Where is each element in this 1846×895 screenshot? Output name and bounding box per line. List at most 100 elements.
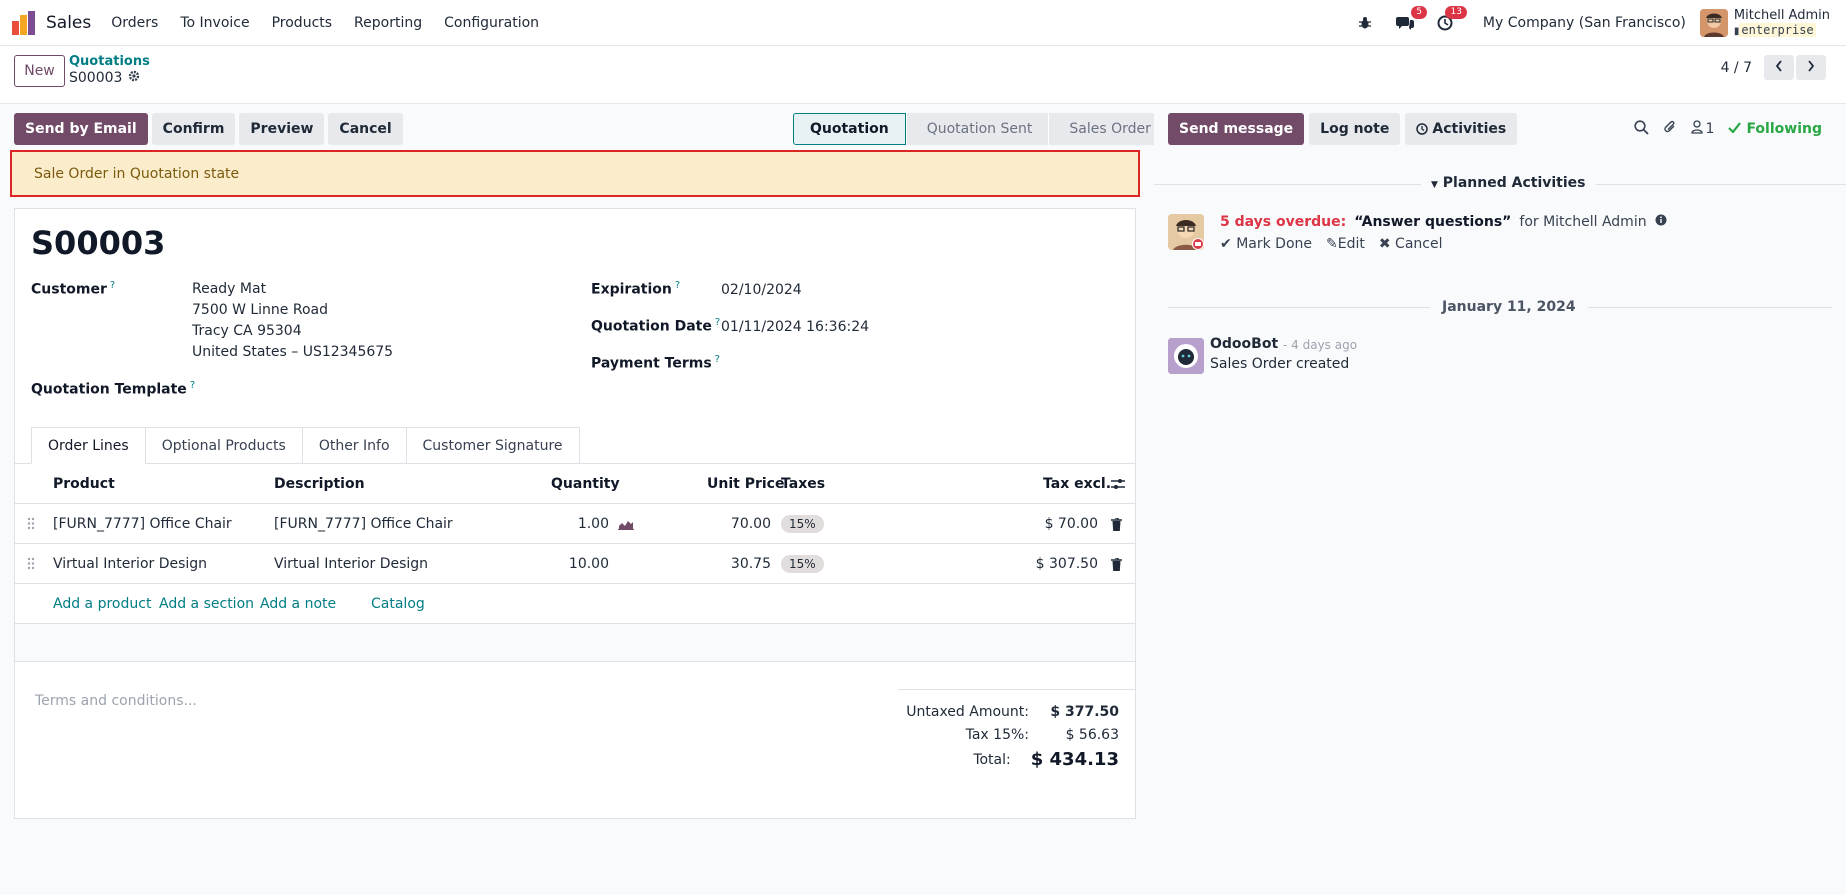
message-date: - 4 days ago [1283, 338, 1358, 352]
mark-done-button[interactable]: ✔ Mark Done [1220, 236, 1312, 252]
catalog-link[interactable]: Catalog [371, 584, 425, 624]
edit-activity-button[interactable]: ✎Edit [1326, 236, 1365, 252]
preview-button[interactable]: Preview [239, 113, 325, 145]
breadcrumb-quotations[interactable]: Quotations [69, 54, 150, 69]
customer-address-line: Tracy CA 95304 [192, 323, 302, 339]
tab-order-lines[interactable]: Order Lines [31, 427, 145, 464]
table-row[interactable]: [FURN_7777] Office Chair [FURN_7777] Off… [15, 504, 1135, 544]
total-label: Total: [973, 751, 1011, 768]
help-tooltip-icon[interactable]: ? [675, 280, 680, 291]
line-unit-price[interactable]: 30.75 [731, 544, 771, 584]
app-name[interactable]: Sales [46, 13, 91, 33]
debug-bug-icon[interactable] [1353, 11, 1377, 35]
activity-clock-icon[interactable]: 13 [1433, 6, 1467, 35]
column-tax-excl[interactable]: Tax excl. [1043, 464, 1111, 504]
line-quantity[interactable]: 1.00 [578, 504, 609, 544]
column-taxes[interactable]: Taxes [781, 464, 825, 504]
help-tooltip-icon[interactable]: ? [715, 317, 720, 328]
search-icon[interactable] [1633, 119, 1649, 139]
send-message-button[interactable]: Send message [1168, 113, 1305, 145]
company-switcher[interactable]: My Company (San Francisco) [1483, 15, 1686, 31]
menu-orders[interactable]: Orders [111, 15, 158, 31]
help-tooltip-icon[interactable]: ? [110, 280, 115, 291]
add-note-link[interactable]: Add a note [260, 584, 336, 624]
table-row[interactable]: Virtual Interior Design Virtual Interior… [15, 544, 1135, 584]
column-description[interactable]: Description [274, 464, 365, 504]
odoobot-avatar[interactable] [1168, 338, 1204, 374]
column-quantity[interactable]: Quantity [551, 464, 620, 504]
add-section-link[interactable]: Add a section [159, 584, 254, 624]
trash-icon[interactable] [1111, 557, 1122, 575]
optional-columns-toggle-icon[interactable] [1111, 478, 1125, 494]
following-label: Following [1746, 121, 1822, 137]
info-icon[interactable] [1655, 214, 1667, 230]
following-button[interactable]: Following [1728, 121, 1822, 137]
paperclip-icon[interactable] [1663, 119, 1677, 139]
pager-value[interactable]: 4 / 7 [1721, 60, 1752, 76]
stage-quotation-sent[interactable]: Quotation Sent [905, 113, 1049, 145]
new-button[interactable]: New [14, 55, 65, 87]
tab-customer-signature[interactable]: Customer Signature [405, 427, 580, 464]
pager-next-button[interactable] [1796, 55, 1826, 80]
confirm-button[interactable]: Confirm [151, 113, 236, 145]
activity-user-avatar[interactable] [1168, 214, 1204, 250]
followers-button[interactable]: 1 [1690, 120, 1714, 138]
line-taxes[interactable]: 15% [781, 504, 824, 544]
line-quantity[interactable]: 10.00 [569, 544, 609, 584]
cancel-button[interactable]: Cancel [328, 113, 403, 145]
app-logo-icon[interactable] [12, 10, 36, 35]
activity-actions: ✔ Mark Done ✎Edit ✖ Cancel [1220, 236, 1442, 252]
line-subtotal: $ 70.00 [1044, 516, 1098, 532]
expiration-label: Expiration? [591, 280, 680, 298]
empty-table-row [15, 624, 1135, 662]
tax-tag: 15% [781, 515, 824, 533]
line-taxes[interactable]: 15% [781, 544, 824, 584]
breadcrumb-current-label: S00003 [69, 70, 123, 86]
drag-handle-icon[interactable] [27, 517, 35, 534]
line-product[interactable]: [FURN_7777] Office Chair [53, 504, 232, 544]
column-product[interactable]: Product [53, 464, 115, 504]
help-tooltip-icon[interactable]: ? [190, 380, 195, 391]
planned-activities-toggle[interactable]: ▼ Planned Activities [1421, 175, 1596, 191]
cancel-activity-button[interactable]: ✖ Cancel [1379, 236, 1443, 252]
log-note-button[interactable]: Log note [1309, 113, 1401, 145]
send-by-email-button[interactable]: Send by Email [14, 113, 148, 145]
forecast-chart-icon[interactable] [618, 518, 634, 534]
customer-label: Customer? [31, 280, 115, 298]
menu-to-invoice[interactable]: To Invoice [180, 15, 249, 31]
chatter-panel: Send message Log note Activities 1 Follo… [1154, 104, 1846, 895]
line-description[interactable]: Virtual Interior Design [274, 544, 428, 584]
activities-button[interactable]: Activities [1405, 113, 1518, 145]
line-description[interactable]: [FURN_7777] Office Chair [274, 504, 453, 544]
gear-icon[interactable] [128, 70, 140, 86]
menu-configuration[interactable]: Configuration [444, 15, 539, 31]
menu-products[interactable]: Products [272, 15, 332, 31]
messaging-icon[interactable]: 5 [1393, 6, 1427, 35]
add-product-link[interactable]: Add a product [53, 584, 151, 624]
stage-sales-order[interactable]: Sales Order [1048, 113, 1167, 145]
quotation-date-field[interactable]: 01/11/2024 16:36:24 [721, 317, 869, 338]
pager-previous-button[interactable] [1764, 55, 1794, 80]
customer-address-line: 7500 W Linne Road [192, 302, 329, 318]
help-tooltip-icon[interactable]: ? [715, 354, 720, 365]
customer-field[interactable]: Ready Mat 7500 W Linne Road Tracy CA 953… [192, 279, 393, 363]
form-actions: Send by Email Confirm Preview Cancel [14, 113, 403, 145]
menu-reporting[interactable]: Reporting [354, 15, 422, 31]
message-author[interactable]: OdooBot [1210, 336, 1278, 352]
record-pager: 4 / 7 [1721, 55, 1826, 80]
stage-quotation[interactable]: Quotation [793, 113, 906, 145]
drag-handle-icon[interactable] [27, 557, 35, 574]
customer-name: Ready Mat [192, 281, 267, 297]
quotation-state-alert: Sale Order in Quotation state [10, 150, 1140, 197]
line-product[interactable]: Virtual Interior Design [53, 544, 207, 584]
user-menu[interactable]: Mitchell Admin ▮ enterprise [1734, 8, 1830, 39]
line-unit-price[interactable]: 70.00 [731, 504, 771, 544]
tab-other-info[interactable]: Other Info [301, 427, 406, 464]
tab-optional-products[interactable]: Optional Products [144, 427, 302, 464]
terms-conditions-input[interactable]: Terms and conditions... [35, 693, 197, 709]
trash-icon[interactable] [1111, 517, 1122, 535]
user-avatar[interactable] [1699, 9, 1728, 37]
expiration-field[interactable]: 02/10/2024 [721, 280, 802, 301]
order-name: S00003 [31, 224, 166, 262]
column-unit-price[interactable]: Unit Price [707, 464, 784, 504]
